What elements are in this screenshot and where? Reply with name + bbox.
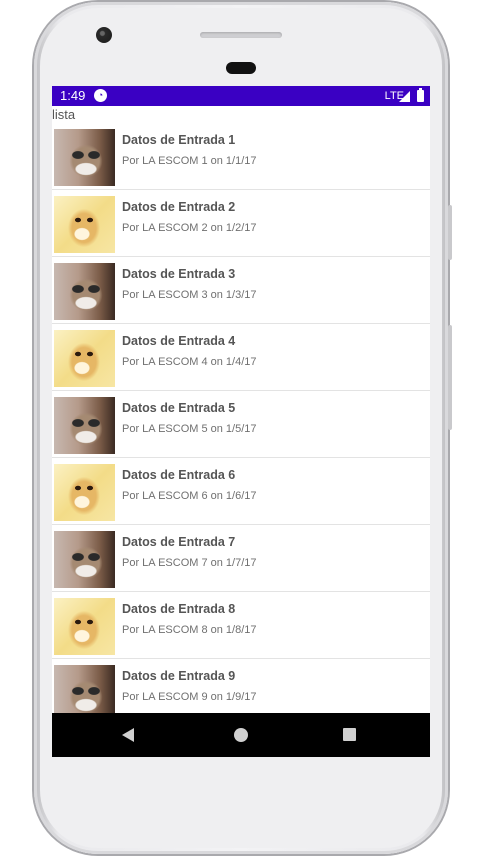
item-title: Datos de Entrada 6 [122,468,236,482]
item-title: Datos de Entrada 1 [122,133,236,147]
navigation-bar [52,713,430,757]
screen: 1:49 ◔ LTE lista Datos de Entrada 1 Por … [52,86,430,757]
grumpy-cat-image [54,531,115,588]
status-time: 1:49 [60,88,86,103]
recents-icon[interactable] [343,728,356,741]
item-subtitle: Por LA ESCOM 1 on 1/1/17 [122,155,257,167]
doge-image [54,598,115,655]
item-title: Datos de Entrada 5 [122,401,236,415]
entry-list[interactable]: Datos de Entrada 1 Por LA ESCOM 1 on 1/1… [52,123,430,726]
list-item[interactable]: Datos de Entrada 4 Por LA ESCOM 4 on 1/4… [52,324,430,391]
earpiece [226,62,256,74]
status-bar: 1:49 ◔ LTE [52,86,430,106]
item-subtitle: Por LA ESCOM 6 on 1/6/17 [122,490,257,502]
item-title: Datos de Entrada 3 [122,267,236,281]
item-subtitle: Por LA ESCOM 2 on 1/2/17 [122,222,257,234]
speaker-grille [200,32,282,38]
signal-icon [399,91,410,102]
list-item[interactable]: Datos de Entrada 3 Por LA ESCOM 3 on 1/3… [52,257,430,324]
back-icon[interactable] [122,728,134,742]
grumpy-cat-image [54,263,115,320]
item-title: Datos de Entrada 8 [122,602,236,616]
list-item[interactable]: Datos de Entrada 8 Por LA ESCOM 8 on 1/8… [52,592,430,659]
item-subtitle: Por LA ESCOM 9 on 1/9/17 [122,691,257,703]
grumpy-cat-image [54,397,115,454]
doge-image [54,330,115,387]
list-item[interactable]: Datos de Entrada 1 Por LA ESCOM 1 on 1/1… [52,123,430,190]
app-notification-icon: ◔ [94,89,107,102]
doge-image [54,196,115,253]
grumpy-cat-image [54,129,115,186]
item-subtitle: Por LA ESCOM 8 on 1/8/17 [122,624,257,636]
item-subtitle: Por LA ESCOM 4 on 1/4/17 [122,356,257,368]
list-item[interactable]: Datos de Entrada 6 Por LA ESCOM 6 on 1/6… [52,458,430,525]
volume-button [448,325,452,430]
item-subtitle: Por LA ESCOM 3 on 1/3/17 [122,289,257,301]
list-item[interactable]: Datos de Entrada 2 Por LA ESCOM 2 on 1/2… [52,190,430,257]
power-button [448,205,452,260]
item-title: Datos de Entrada 9 [122,669,236,683]
item-title: Datos de Entrada 4 [122,334,236,348]
front-camera-icon [96,27,112,43]
item-title: Datos de Entrada 7 [122,535,236,549]
page-title: lista [52,107,76,122]
list-item[interactable]: Datos de Entrada 5 Por LA ESCOM 5 on 1/5… [52,391,430,458]
item-subtitle: Por LA ESCOM 7 on 1/7/17 [122,557,257,569]
list-item[interactable]: Datos de Entrada 7 Por LA ESCOM 7 on 1/7… [52,525,430,592]
item-subtitle: Por LA ESCOM 5 on 1/5/17 [122,423,257,435]
item-title: Datos de Entrada 2 [122,200,236,214]
home-icon[interactable] [234,728,248,742]
battery-icon [417,88,424,102]
doge-image [54,464,115,521]
